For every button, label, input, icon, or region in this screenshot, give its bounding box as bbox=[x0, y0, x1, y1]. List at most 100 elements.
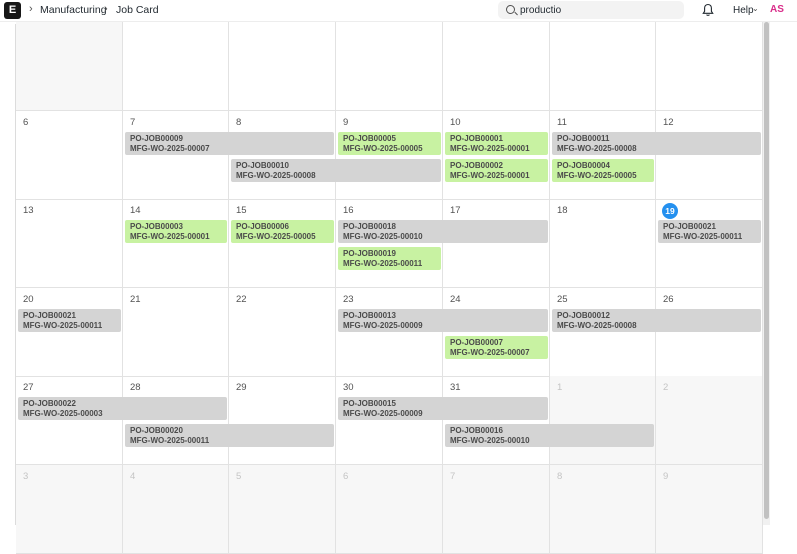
calendar-event[interactable]: PO-JOB00005 MFG-WO-2025-00005 bbox=[338, 132, 441, 155]
calendar-event[interactable]: PO-JOB00022 MFG-WO-2025-00003 bbox=[18, 397, 227, 420]
event-job-id: PO-JOB00005 bbox=[343, 134, 396, 143]
day-number: 28 bbox=[130, 382, 141, 393]
app-logo[interactable]: E bbox=[4, 2, 21, 19]
calendar-day-cell[interactable]: 15 bbox=[229, 199, 336, 288]
calendar-day-cell[interactable]: 10 bbox=[443, 111, 550, 200]
bell-icon[interactable] bbox=[702, 3, 714, 17]
day-number: 20 bbox=[23, 294, 34, 305]
avatar[interactable]: AS bbox=[770, 4, 784, 15]
day-number: 6 bbox=[23, 117, 29, 128]
breadcrumb-job-card[interactable]: Job Card bbox=[116, 4, 159, 16]
calendar-event[interactable]: PO-JOB00019 MFG-WO-2025-00011 bbox=[338, 247, 441, 270]
calendar-event[interactable]: PO-JOB00004 MFG-WO-2025-00005 bbox=[552, 159, 654, 182]
calendar-day-cell[interactable]: 25 bbox=[550, 288, 656, 377]
calendar-day-cell[interactable] bbox=[229, 22, 336, 111]
calendar-event[interactable]: PO-JOB00013 MFG-WO-2025-00009 bbox=[338, 309, 548, 332]
chevron-down-icon[interactable]: ⌄ bbox=[752, 4, 759, 13]
calendar-day-cell[interactable] bbox=[123, 22, 229, 111]
day-number: 31 bbox=[450, 382, 461, 393]
calendar-day-cell[interactable]: 12 bbox=[656, 111, 763, 200]
calendar-day-cell[interactable]: 23 bbox=[336, 288, 443, 377]
event-work-order: MFG-WO-2025-00010 bbox=[450, 436, 530, 445]
calendar-day-cell[interactable] bbox=[550, 22, 656, 111]
calendar-day-cell[interactable]: 19 bbox=[656, 199, 763, 288]
calendar-day-cell[interactable]: 29 bbox=[229, 376, 336, 465]
calendar-day-cell[interactable] bbox=[443, 22, 550, 111]
calendar-day-cell[interactable]: 17 bbox=[443, 199, 550, 288]
calendar-day-cell[interactable]: 31 bbox=[443, 376, 550, 465]
calendar-day-cell[interactable]: 7 bbox=[443, 465, 550, 554]
calendar-day-cell[interactable]: 9 bbox=[336, 111, 443, 200]
calendar-event[interactable]: PO-JOB00012 MFG-WO-2025-00008 bbox=[552, 309, 761, 332]
calendar-day-cell[interactable]: 24 bbox=[443, 288, 550, 377]
calendar-event[interactable]: PO-JOB00006 MFG-WO-2025-00005 bbox=[231, 220, 334, 243]
event-work-order: MFG-WO-2025-00007 bbox=[130, 144, 210, 153]
calendar-day-cell[interactable]: 11 bbox=[550, 111, 656, 200]
calendar-day-cell[interactable]: 14 bbox=[123, 199, 229, 288]
event-work-order: MFG-WO-2025-00011 bbox=[663, 232, 743, 241]
day-number: 1 bbox=[557, 382, 563, 393]
calendar-day-cell[interactable]: 6 bbox=[336, 465, 443, 554]
calendar-day-cell[interactable] bbox=[656, 22, 763, 111]
calendar-day-cell[interactable]: 6 bbox=[16, 111, 123, 200]
search-icon bbox=[506, 5, 515, 14]
calendar-day-cell[interactable]: 20 bbox=[16, 288, 123, 377]
calendar-event[interactable]: PO-JOB00007 MFG-WO-2025-00007 bbox=[445, 336, 548, 359]
event-work-order: MFG-WO-2025-00005 bbox=[343, 144, 423, 153]
event-job-id: PO-JOB00001 bbox=[450, 134, 503, 143]
event-job-id: PO-JOB00018 bbox=[343, 222, 396, 231]
calendar-event[interactable]: PO-JOB00015 MFG-WO-2025-00009 bbox=[338, 397, 548, 420]
chevron-right-icon: › bbox=[104, 3, 108, 15]
calendar-day-cell[interactable] bbox=[336, 22, 443, 111]
event-job-id: PO-JOB00007 bbox=[450, 338, 503, 347]
calendar-event[interactable]: PO-JOB00010 MFG-WO-2025-00008 bbox=[231, 159, 441, 182]
calendar-day-cell[interactable]: 13 bbox=[16, 199, 123, 288]
day-number: 9 bbox=[343, 117, 349, 128]
calendar-day-cell[interactable]: 18 bbox=[550, 199, 656, 288]
calendar-day-cell[interactable]: 16 bbox=[336, 199, 443, 288]
event-job-id: PO-JOB00021 bbox=[23, 311, 76, 320]
calendar-event[interactable]: PO-JOB00021 MFG-WO-2025-00011 bbox=[658, 220, 761, 243]
calendar-day-cell[interactable]: 26 bbox=[656, 288, 763, 377]
calendar-event[interactable]: PO-JOB00021 MFG-WO-2025-00011 bbox=[18, 309, 121, 332]
event-job-id: PO-JOB00003 bbox=[130, 222, 183, 231]
calendar-event[interactable]: PO-JOB00002 MFG-WO-2025-00001 bbox=[445, 159, 548, 182]
calendar-event[interactable]: PO-JOB00003 MFG-WO-2025-00001 bbox=[125, 220, 227, 243]
calendar-event[interactable]: PO-JOB00011 MFG-WO-2025-00008 bbox=[552, 132, 761, 155]
calendar-day-cell[interactable]: 30 bbox=[336, 376, 443, 465]
calendar-day-cell[interactable]: 8 bbox=[550, 465, 656, 554]
calendar-event[interactable]: PO-JOB00009 MFG-WO-2025-00007 bbox=[125, 132, 334, 155]
event-job-id: PO-JOB00021 bbox=[663, 222, 716, 231]
event-job-id: PO-JOB00013 bbox=[343, 311, 396, 320]
navbar: E › Manufacturing › Job Card Help ⌄ AS bbox=[0, 0, 797, 22]
day-number: 4 bbox=[130, 471, 136, 482]
calendar-day-cell[interactable]: 4 bbox=[123, 465, 229, 554]
calendar-day-cell[interactable]: 21 bbox=[123, 288, 229, 377]
event-work-order: MFG-WO-2025-00010 bbox=[343, 232, 423, 241]
calendar-event[interactable]: PO-JOB00016 MFG-WO-2025-00010 bbox=[445, 424, 654, 447]
calendar-event[interactable]: PO-JOB00001 MFG-WO-2025-00001 bbox=[445, 132, 548, 155]
calendar-day-cell[interactable]: 28 bbox=[123, 376, 229, 465]
calendar-event[interactable]: PO-JOB00020 MFG-WO-2025-00011 bbox=[125, 424, 334, 447]
help-menu[interactable]: Help bbox=[733, 5, 754, 16]
day-number: 25 bbox=[557, 294, 568, 305]
event-job-id: PO-JOB00019 bbox=[343, 249, 396, 258]
calendar-day-cell[interactable]: 8 bbox=[229, 111, 336, 200]
calendar-day-cell[interactable] bbox=[16, 22, 123, 111]
day-number: 7 bbox=[450, 471, 456, 482]
calendar-day-cell[interactable]: 3 bbox=[16, 465, 123, 554]
day-number: 2 bbox=[663, 382, 669, 393]
calendar-day-cell[interactable]: 22 bbox=[229, 288, 336, 377]
scrollbar-thumb[interactable] bbox=[764, 22, 769, 519]
breadcrumb-manufacturing[interactable]: Manufacturing bbox=[40, 4, 107, 16]
day-number: 8 bbox=[236, 117, 242, 128]
calendar-day-cell[interactable]: 2 bbox=[656, 376, 763, 465]
calendar-day-cell[interactable]: 9 bbox=[656, 465, 763, 554]
search-input[interactable] bbox=[520, 2, 678, 18]
calendar-day-cell[interactable]: 27 bbox=[16, 376, 123, 465]
calendar-day-cell[interactable]: 5 bbox=[229, 465, 336, 554]
calendar-day-cell[interactable]: 7 bbox=[123, 111, 229, 200]
calendar-event[interactable]: PO-JOB00018 MFG-WO-2025-00010 bbox=[338, 220, 548, 243]
search-bar[interactable] bbox=[498, 1, 684, 19]
calendar-day-cell[interactable]: 1 bbox=[550, 376, 656, 465]
